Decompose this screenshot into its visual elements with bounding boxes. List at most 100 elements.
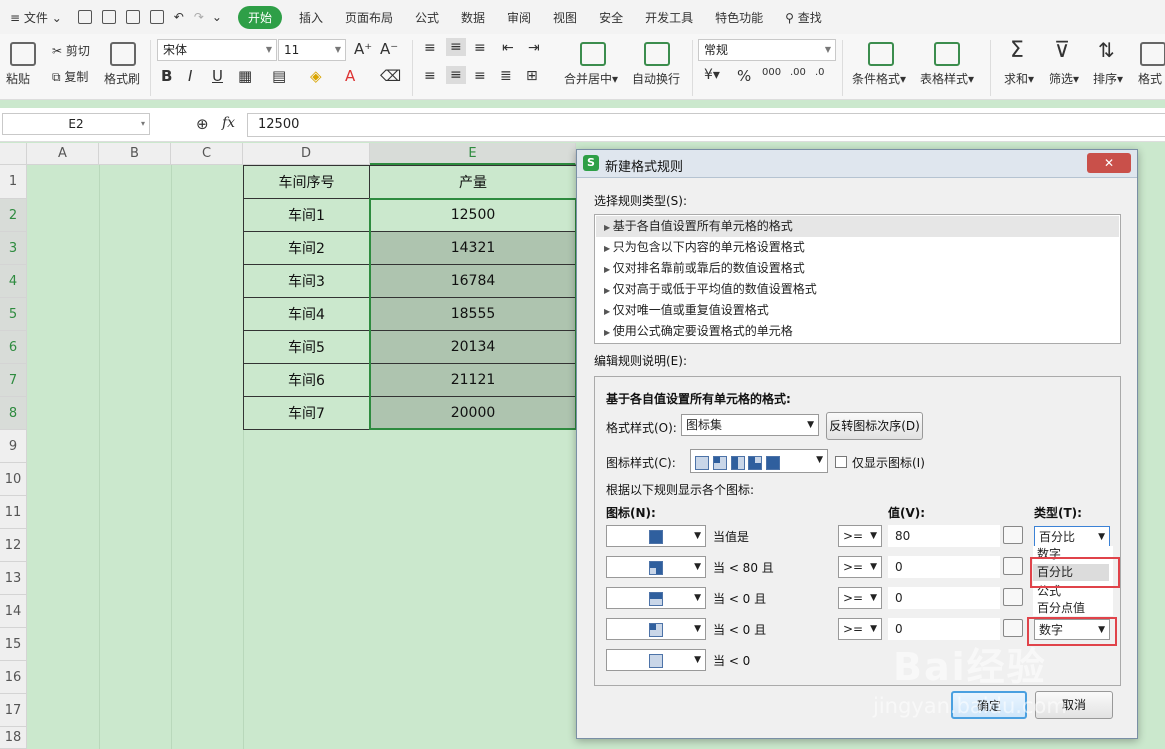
tab-data[interactable]: 数据 (450, 9, 496, 26)
select-all-corner[interactable] (0, 143, 27, 165)
increase-decimal-icon[interactable]: .00 (790, 67, 806, 78)
range-select-icon[interactable] (1003, 619, 1023, 637)
range-select-icon[interactable] (1003, 588, 1023, 606)
rule-type-item[interactable]: ▶ 仅对高于或低于平均值的数值设置格式 (596, 279, 1119, 300)
indent-increase-icon[interactable]: ⇥ (528, 40, 540, 56)
type-select[interactable]: 百分比 ▼ (1034, 526, 1110, 547)
workshop-cell[interactable]: 车间7 (243, 396, 370, 430)
align-middle-icon[interactable]: ≡ (446, 38, 466, 56)
customize-icon[interactable]: ⌄ (209, 10, 232, 24)
tab-security[interactable]: 安全 (588, 9, 634, 26)
operator-select[interactable]: >= ▼ (838, 556, 882, 578)
tab-formulas[interactable]: 公式 (404, 9, 450, 26)
font-color-icon[interactable]: A (345, 67, 355, 85)
increase-font-icon[interactable]: A⁺ (354, 40, 372, 58)
icon-select[interactable]: ▼ (606, 649, 706, 671)
align-top-icon[interactable]: ≡ (424, 40, 436, 56)
row-header[interactable]: 1 (0, 165, 27, 199)
format-painter-icon[interactable] (110, 42, 136, 66)
underline-button[interactable]: U (212, 67, 223, 85)
column-header-a[interactable]: A (27, 143, 99, 165)
border-icon[interactable]: ▦ (238, 67, 252, 85)
show-icon-only-checkbox[interactable] (835, 456, 847, 468)
merge-center-button[interactable]: 合并居中▾ (564, 70, 618, 87)
italic-button[interactable]: I (188, 67, 192, 85)
print-icon[interactable] (125, 10, 140, 24)
merge-center-icon[interactable] (580, 42, 606, 66)
wrap-text-button[interactable]: 自动换行 (632, 70, 680, 87)
wrap-text-icon[interactable] (644, 42, 670, 66)
currency-icon[interactable]: ¥▾ (704, 67, 720, 83)
row-header[interactable]: 11 (0, 496, 27, 529)
operator-select[interactable]: >= ▼ (838, 618, 882, 640)
row-header[interactable]: 6 (0, 331, 27, 364)
workshop-cell[interactable]: 车间4 (243, 297, 370, 331)
fill-color-icon[interactable]: ▤ (272, 67, 286, 85)
font-size-select[interactable]: 11 ▼ (278, 39, 346, 61)
export-icon[interactable] (101, 10, 116, 24)
format-button[interactable]: 格式 (1138, 70, 1162, 87)
workshop-cell[interactable]: 车间6 (243, 363, 370, 397)
type-option[interactable]: 百分点值 (1033, 600, 1109, 617)
column-header-c[interactable]: C (171, 143, 243, 165)
icon-select[interactable]: ▼ (606, 618, 706, 640)
undo-icon[interactable]: ↶ (169, 10, 189, 24)
column-header-d[interactable]: D (243, 143, 370, 165)
row-header[interactable]: 14 (0, 595, 27, 628)
row-header[interactable]: 10 (0, 463, 27, 496)
tab-view[interactable]: 视图 (542, 9, 588, 26)
workshop-cell[interactable]: 车间3 (243, 264, 370, 298)
align-bottom-icon[interactable]: ≡ (474, 40, 486, 56)
tab-developer[interactable]: 开发工具 (634, 9, 704, 26)
clear-format-icon[interactable]: ⌫ (380, 67, 401, 85)
decrease-font-icon[interactable]: A⁻ (380, 40, 398, 58)
fx-button[interactable]: fx (222, 115, 235, 131)
rule-type-item[interactable]: ▶ 只为包含以下内容的单元格设置格式 (596, 237, 1119, 258)
row-header[interactable]: 4 (0, 265, 27, 298)
format-painter-button[interactable]: 格式刷 (104, 70, 140, 87)
range-select-icon[interactable] (1003, 557, 1023, 575)
row-header[interactable]: 5 (0, 298, 27, 331)
row-header[interactable]: 17 (0, 694, 27, 727)
format-style-select[interactable]: 图标集 ▼ (681, 414, 819, 436)
value-input[interactable]: 0 (888, 587, 1000, 609)
reverse-icon-order-button[interactable]: 反转图标次序(D) (826, 412, 923, 440)
cut-button[interactable]: ✂ 剪切 (52, 42, 90, 59)
decrease-decimal-icon[interactable]: .0 (815, 67, 825, 78)
tab-page-layout[interactable]: 页面布局 (334, 9, 404, 26)
align-left-icon[interactable]: ≡ (424, 68, 436, 84)
row-header[interactable]: 13 (0, 562, 27, 595)
operator-select[interactable]: >= ▼ (838, 525, 882, 547)
search-button[interactable]: ⚲ 查找 (774, 9, 833, 26)
save-icon[interactable] (77, 10, 92, 24)
workshop-cell[interactable]: 车间2 (243, 231, 370, 265)
row-header[interactable]: 12 (0, 529, 27, 562)
icon-style-select[interactable]: ▼ (690, 449, 828, 473)
sum-icon[interactable]: Σ (1010, 38, 1024, 63)
range-select-icon[interactable] (1003, 526, 1023, 544)
row-header[interactable]: 15 (0, 628, 27, 661)
close-button[interactable]: ✕ (1087, 153, 1131, 173)
print-preview-icon[interactable] (149, 10, 164, 24)
redo-icon[interactable]: ↷ (189, 10, 209, 24)
thousands-icon[interactable]: 000 (762, 67, 781, 78)
format-icon[interactable] (1140, 42, 1165, 66)
row-header[interactable]: 7 (0, 364, 27, 397)
rule-type-item[interactable]: ▶ 仅对唯一值或重复值设置格式 (596, 300, 1119, 321)
percent-button[interactable]: % (737, 67, 751, 85)
row-header[interactable]: 2 (0, 199, 27, 232)
rule-type-item[interactable]: ▶ 使用公式确定要设置格式的单元格 (596, 321, 1119, 342)
sort-icon[interactable]: ⇅ (1098, 38, 1115, 62)
copy-button[interactable]: ⧉ 复制 (52, 68, 88, 85)
justify-icon[interactable]: ≣ (500, 68, 512, 84)
number-format-select[interactable]: 常规 ▼ (698, 39, 836, 61)
paste-icon[interactable] (10, 42, 36, 66)
column-header-b[interactable]: B (99, 143, 171, 165)
paste-button[interactable]: 粘贴 (6, 70, 30, 87)
sort-button[interactable]: 排序▾ (1093, 70, 1123, 87)
indent-decrease-icon[interactable]: ⇤ (502, 40, 514, 56)
formula-input[interactable]: 12500 (247, 113, 1165, 137)
table-style-button[interactable]: 表格样式▾ (920, 70, 974, 87)
filter-button[interactable]: 筛选▾ (1049, 70, 1079, 87)
workshop-cell[interactable]: 车间1 (243, 198, 370, 232)
